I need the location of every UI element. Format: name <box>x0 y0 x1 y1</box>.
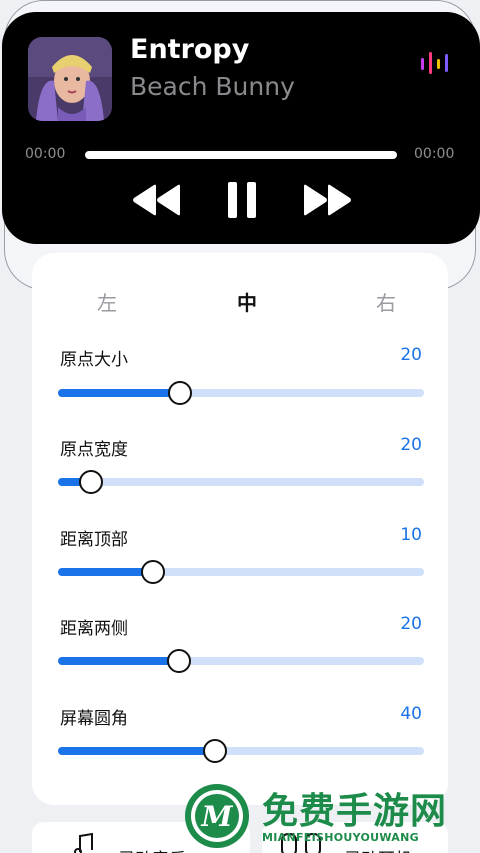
tab-center[interactable]: 中 <box>237 287 257 316</box>
slider-thumb[interactable] <box>168 381 192 405</box>
slider-value-screen-radius: 40 <box>400 704 422 724</box>
slider-value-top-distance: 10 <box>400 525 422 545</box>
slider-side-distance[interactable] <box>58 649 424 673</box>
slider-thumb[interactable] <box>167 649 191 673</box>
watermark-badge-letter: M <box>201 800 234 833</box>
pause-icon[interactable] <box>226 182 258 218</box>
elapsed-time: 00:00 <box>25 146 66 162</box>
slider-dot-width[interactable] <box>58 470 424 494</box>
slider-label-dot-width: 原点宽度 <box>60 440 128 460</box>
slider-value-dot-width: 20 <box>400 435 422 455</box>
slider-top-distance[interactable] <box>58 560 424 584</box>
next-icon[interactable] <box>302 184 352 216</box>
watermark-logo-icon: M <box>185 784 249 848</box>
slider-fill <box>58 389 180 397</box>
slider-label-screen-radius: 屏幕圆角 <box>60 709 128 729</box>
dynamic-music-label: 灵动音乐 <box>118 845 186 853</box>
slider-dot-size[interactable] <box>58 381 424 405</box>
song-artist: Beach Bunny <box>130 72 295 101</box>
song-title: Entropy <box>130 34 250 65</box>
slider-fill <box>58 657 179 665</box>
previous-icon[interactable] <box>132 184 182 216</box>
dynamic-earphones-label: 灵动耳机 <box>344 845 412 853</box>
slider-screen-radius[interactable] <box>58 739 424 763</box>
audio-visualizer-icon <box>420 50 450 76</box>
slider-value-dot-size: 20 <box>400 345 422 365</box>
slider-value-side-distance: 20 <box>400 614 422 634</box>
slider-thumb[interactable] <box>141 560 165 584</box>
slider-fill <box>58 747 215 755</box>
slider-label-top-distance: 距离顶部 <box>60 530 128 550</box>
slider-label-dot-size: 原点大小 <box>60 350 128 370</box>
watermark-subtitle: MIANFEISHOUYOUWANG <box>262 831 419 844</box>
tab-right[interactable]: 右 <box>376 287 396 316</box>
album-art <box>28 37 112 121</box>
slider-fill <box>58 568 153 576</box>
total-time: 00:00 <box>414 146 455 162</box>
slider-thumb[interactable] <box>79 470 103 494</box>
slider-thumb[interactable] <box>203 739 227 763</box>
watermark-title: 免费手游网 <box>262 791 448 832</box>
tab-left[interactable]: 左 <box>97 287 117 316</box>
playback-progress-bar[interactable] <box>85 151 397 159</box>
music-note-icon <box>74 832 93 853</box>
slider-label-side-distance: 距离两侧 <box>60 619 128 639</box>
